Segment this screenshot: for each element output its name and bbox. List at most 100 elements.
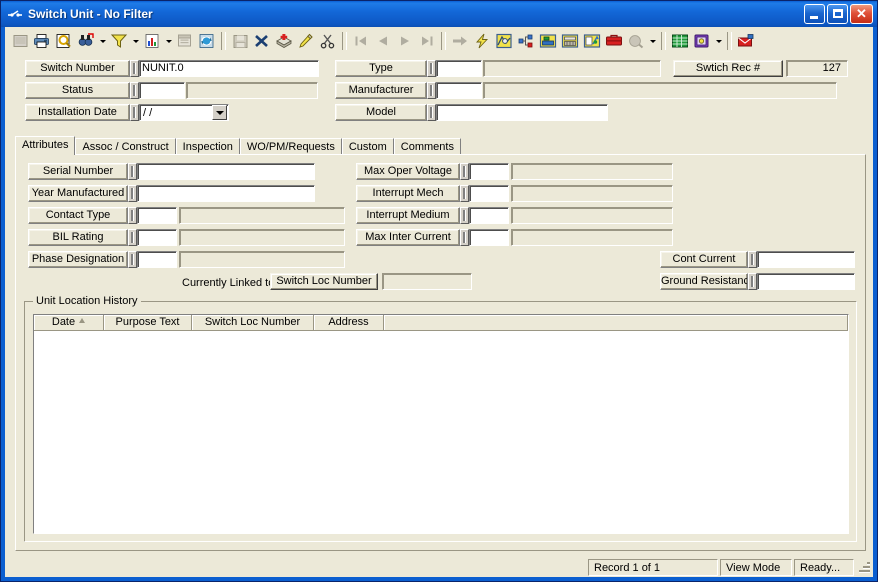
save-icon	[229, 30, 251, 52]
chevron-down-icon[interactable]	[212, 105, 227, 120]
cut-icon[interactable]	[317, 30, 339, 52]
max-inter-current-label: Max Inter Current	[356, 229, 460, 246]
report-dropdown-arrow[interactable]	[163, 30, 174, 52]
contact-type-description-field	[179, 207, 345, 224]
window-title: Switch Unit - No Filter	[28, 7, 153, 21]
tree-view-icon[interactable]	[515, 30, 537, 52]
toolbox-icon[interactable]	[603, 30, 625, 52]
grid-body[interactable]	[34, 331, 848, 533]
ground-resistance-grip[interactable]	[748, 273, 757, 290]
phase-designation-label: Phase Designation	[28, 251, 128, 268]
interrupt-mech-code-input[interactable]	[469, 185, 509, 202]
unit-location-history-grid[interactable]: Date Purpose Text Switch Loc Number Addr…	[33, 314, 849, 534]
cont-current-input[interactable]	[757, 251, 855, 268]
installation-date-value: / /	[143, 106, 153, 119]
column-header-purpose-text[interactable]: Purpose Text	[104, 315, 192, 330]
close-icon: ✕	[856, 6, 867, 21]
filter-dropdown-arrow[interactable]	[130, 30, 141, 52]
cont-current-grip[interactable]	[748, 251, 757, 268]
max-inter-current-code-input[interactable]	[469, 229, 509, 246]
switch-number-lookup-grip[interactable]	[130, 60, 139, 77]
interrupt-medium-grip[interactable]	[460, 207, 469, 224]
spreadsheet-icon[interactable]	[669, 30, 691, 52]
phase-designation-grip[interactable]	[128, 251, 137, 268]
mail-icon[interactable]	[735, 30, 757, 52]
window-frame-right	[873, 27, 877, 581]
tab-wo-pm-requests[interactable]: WO/PM/Requests	[239, 138, 342, 155]
model-input[interactable]	[436, 104, 608, 121]
lightning-icon[interactable]	[471, 30, 493, 52]
field-row-model: Model	[335, 104, 608, 121]
switch-number-input[interactable]: NUNIT.0	[139, 60, 319, 77]
column-header-address[interactable]: Address	[314, 315, 384, 330]
column-header-date[interactable]: Date	[34, 315, 104, 330]
add-record-icon[interactable]	[273, 30, 295, 52]
find-dropdown-arrow[interactable]	[97, 30, 108, 52]
type-code-input[interactable]	[436, 60, 482, 77]
year-manufactured-input[interactable]	[137, 185, 315, 202]
main-toolbar	[5, 28, 873, 54]
installation-date-picker[interactable]: / /	[139, 104, 229, 121]
phase-designation-code-input[interactable]	[137, 251, 177, 268]
installation-date-grip[interactable]	[130, 104, 139, 121]
properties-icon	[174, 30, 196, 52]
print-icon[interactable]	[31, 30, 53, 52]
type-lookup-grip[interactable]	[427, 60, 436, 77]
documents-icon[interactable]	[581, 30, 603, 52]
tab-inspection[interactable]: Inspection	[175, 138, 240, 155]
manufacturer-label: Manufacturer	[335, 82, 427, 99]
close-button[interactable]: ✕	[850, 4, 873, 24]
report-icon[interactable]	[141, 30, 163, 52]
manufacturer-lookup-grip[interactable]	[427, 82, 436, 99]
status-lookup-grip[interactable]	[130, 82, 139, 99]
tab-comments[interactable]: Comments	[393, 138, 461, 155]
map-icon[interactable]	[493, 30, 515, 52]
manufacturer-code-input[interactable]	[436, 82, 482, 99]
edit-icon[interactable]	[295, 30, 317, 52]
contact-type-grip[interactable]	[128, 207, 137, 224]
refresh-icon[interactable]	[196, 30, 218, 52]
serial-number-input[interactable]	[137, 163, 315, 180]
model-lookup-grip[interactable]	[427, 104, 436, 121]
switch-loc-number-button[interactable]: Switch Loc Number	[270, 273, 378, 290]
interrupt-medium-code-input[interactable]	[469, 207, 509, 224]
client-area: Switch Number NUNIT.0 Status Installatio…	[5, 54, 873, 555]
status-label: Status	[25, 82, 130, 99]
field-row-max-inter-current: Max Inter Current	[356, 229, 673, 246]
max-inter-current-grip[interactable]	[460, 229, 469, 246]
serial-number-grip[interactable]	[128, 163, 137, 180]
maximize-button[interactable]	[827, 4, 848, 24]
bil-rating-label: BIL Rating	[28, 229, 128, 246]
work-order-icon[interactable]	[537, 30, 559, 52]
find-icon[interactable]	[75, 30, 97, 52]
max-oper-voltage-code-input[interactable]	[469, 163, 509, 180]
status-code-input[interactable]	[139, 82, 185, 99]
filter-icon[interactable]	[108, 30, 130, 52]
tab-custom[interactable]: Custom	[341, 138, 394, 155]
book-icon[interactable]	[691, 30, 713, 52]
contact-type-code-input[interactable]	[137, 207, 177, 224]
year-manufactured-grip[interactable]	[128, 185, 137, 202]
delete-icon[interactable]	[251, 30, 273, 52]
book-dropdown-arrow[interactable]	[713, 30, 724, 52]
resize-grip-icon[interactable]	[857, 560, 871, 574]
title-bar[interactable]: Switch Unit - No Filter ✕	[1, 1, 877, 27]
ground-resistance-input[interactable]	[757, 273, 855, 290]
switch-rec-button[interactable]: Swtich Rec #	[673, 60, 783, 77]
bil-rating-grip[interactable]	[128, 229, 137, 246]
archive-icon[interactable]	[559, 30, 581, 52]
print-preview-icon[interactable]	[53, 30, 75, 52]
bil-rating-code-input[interactable]	[137, 229, 177, 246]
search-sphere-icon	[625, 30, 647, 52]
max-oper-voltage-grip[interactable]	[460, 163, 469, 180]
search-dropdown-arrow[interactable]	[647, 30, 658, 52]
next-record-icon	[394, 30, 416, 52]
tab-attributes[interactable]: Attributes	[15, 136, 76, 155]
interrupt-mech-grip[interactable]	[460, 185, 469, 202]
field-row-contact-type: Contact Type	[28, 207, 345, 224]
column-header-switch-loc-number[interactable]: Switch Loc Number	[192, 315, 314, 330]
new-record-icon[interactable]	[9, 30, 31, 52]
toolbar-separator	[441, 32, 446, 50]
minimize-button[interactable]	[804, 4, 825, 24]
tab-assoc-construct[interactable]: Assoc / Construct	[75, 138, 176, 155]
